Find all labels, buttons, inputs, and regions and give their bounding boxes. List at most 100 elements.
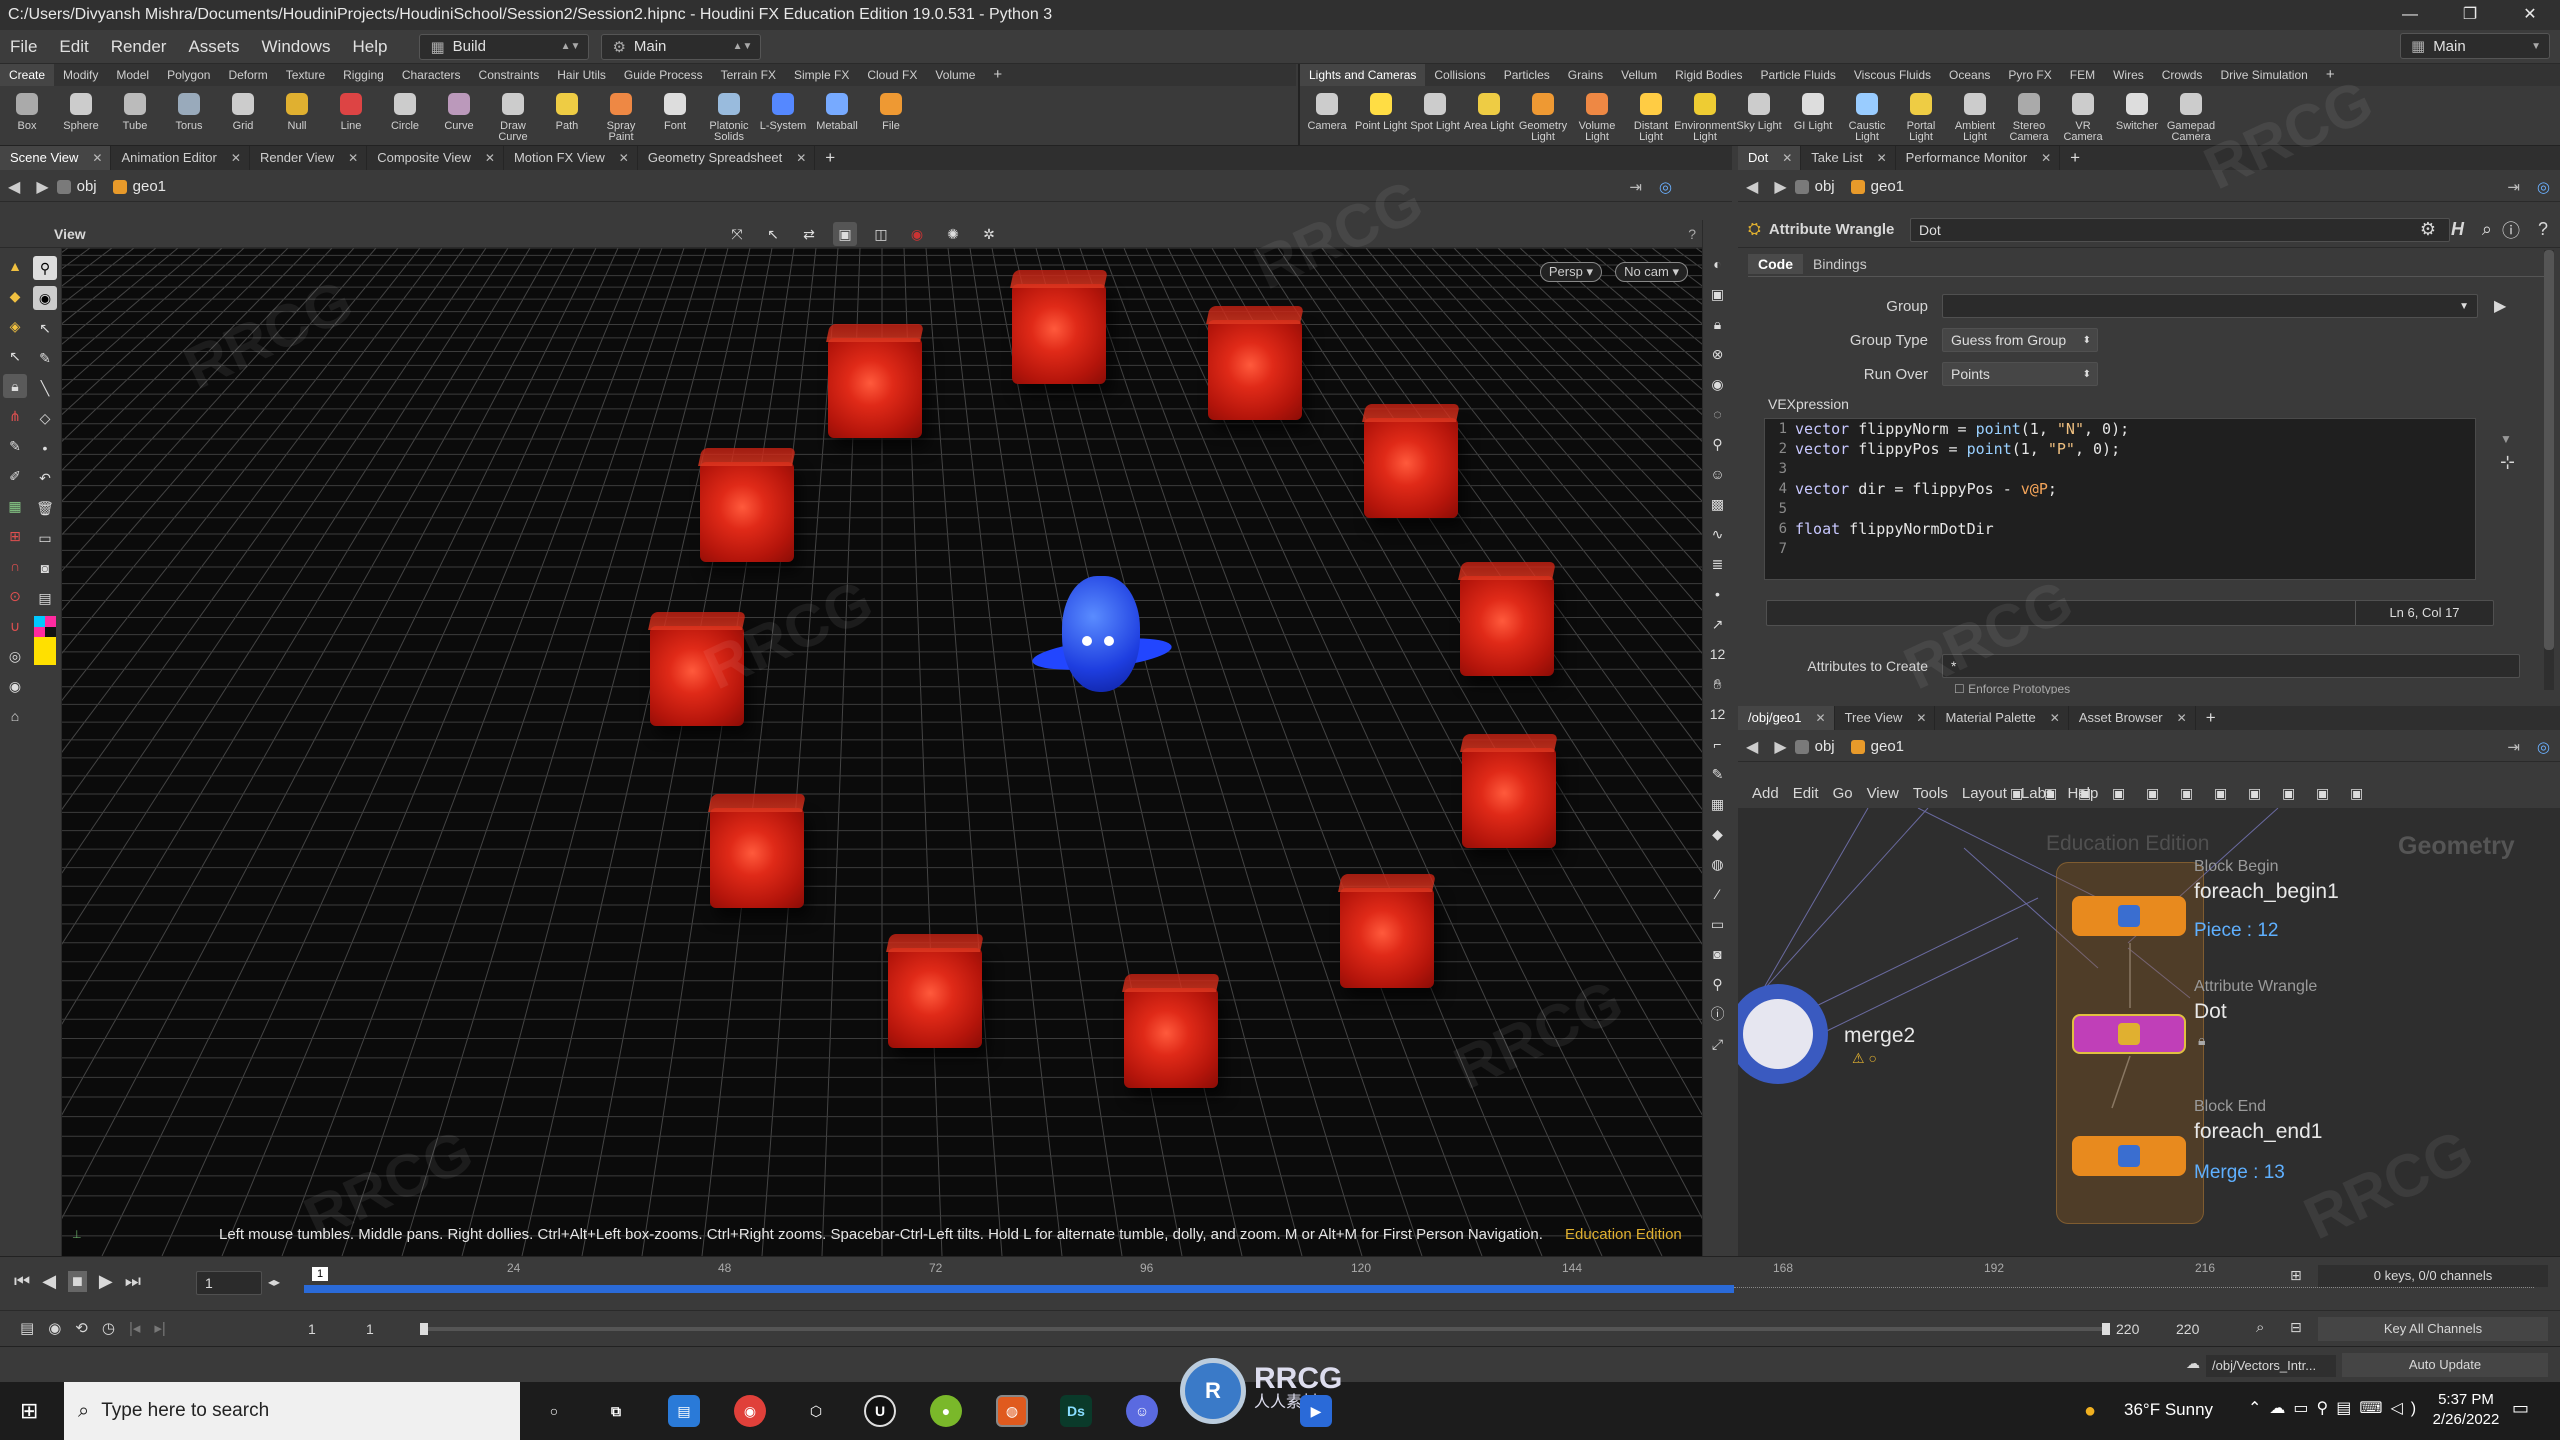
right-runlevel-select[interactable]: ▦ Main ▼ (2400, 33, 2550, 59)
link-icon[interactable]: ◎ (2537, 738, 2550, 756)
lock-icon[interactable]: 🔒︎ (3, 374, 27, 398)
files-icon[interactable]: ▤ (668, 1395, 700, 1427)
shelf-tool-path[interactable]: Path (540, 90, 594, 132)
ruler-icon[interactable]: ╲ (33, 376, 57, 400)
path-obj[interactable]: obj (1794, 738, 1835, 755)
group-field[interactable]: ▼ (1942, 294, 2478, 318)
sphere-icon[interactable]: ◍ (1706, 852, 1730, 876)
shading-icon[interactable]: ◉ (1706, 372, 1730, 396)
dot-icon[interactable]: • (33, 436, 57, 460)
foreach-begin-node[interactable] (2072, 896, 2186, 936)
path-geo[interactable]: geo1 (112, 178, 166, 195)
shelf-tab[interactable]: Model (107, 64, 158, 86)
grid-icon[interactable]: ▣ (2112, 785, 2125, 802)
network-menu-tools[interactable]: Tools (1913, 785, 1948, 802)
group-type-select[interactable]: Guess from Group ⬍ (1942, 328, 2098, 352)
shelf-tab[interactable]: Deform (219, 64, 276, 86)
light-icon[interactable]: ◉ (3, 674, 27, 698)
shelf-tool-point-light[interactable]: Point Light (1354, 90, 1408, 132)
trash-icon[interactable]: 🗑︎ (33, 496, 57, 520)
close-view-icon[interactable]: ⊗ (1706, 342, 1730, 366)
select-arrow-icon[interactable]: ▶ (2494, 296, 2506, 316)
daz-icon[interactable]: Ds (1060, 1395, 1092, 1427)
shelf-tool-gamepad-camera[interactable]: Gamepad Camera (2164, 90, 2218, 143)
pane-tab[interactable]: /obj/geo1 ✕ (1738, 706, 1835, 730)
light-bulb-icon[interactable]: ⚲ (1706, 432, 1730, 456)
shelf-tab[interactable]: Polygon (158, 64, 219, 86)
checker-icon[interactable]: ▦ (1706, 792, 1730, 816)
pane-tab[interactable]: Material Palette ✕ (1935, 706, 2069, 730)
fullscreen-icon[interactable]: ⤢ (1706, 1032, 1730, 1056)
palette-icon[interactable]: ▣ (2282, 785, 2295, 802)
shelf-tool-distant-light[interactable]: Distant Light (1624, 90, 1678, 143)
forward-icon[interactable]: ▶ (36, 177, 48, 197)
clock[interactable]: 5:37 PM 2/26/2022 (2426, 1390, 2506, 1430)
task-view-icon[interactable]: ⧉ (600, 1395, 632, 1427)
path-obj[interactable]: obj (56, 178, 97, 195)
add-tab-icon[interactable]: + (815, 148, 845, 168)
pane-tab[interactable]: Motion FX View ✕ (504, 146, 638, 170)
snap-icon[interactable]: ⇄ (797, 222, 821, 246)
pin-icon[interactable]: ⇥ (2507, 738, 2520, 756)
move-icon[interactable]: ◆ (3, 284, 27, 308)
realtime-icon[interactable]: ▤ (20, 1319, 34, 1337)
path-obj[interactable]: obj (1794, 178, 1835, 195)
close-icon[interactable]: ✕ (2041, 146, 2051, 170)
hand-icon[interactable]: ✋︎ (1706, 672, 1730, 696)
jump-start-icon[interactable]: ⏮ (14, 1271, 30, 1292)
pin-icon[interactable]: ⇥ (1629, 178, 1642, 196)
number-12-icon[interactable]: 12 (1706, 642, 1730, 666)
pane-tab[interactable]: Dot ✕ (1738, 146, 1802, 170)
menu-render[interactable]: Render (111, 37, 167, 57)
key-tool-icon[interactable]: ⌕ (2256, 1319, 2264, 1336)
close-icon[interactable]: ✕ (2050, 706, 2060, 730)
shelf-tool-area-light[interactable]: Area Light (1462, 90, 1516, 132)
pin-icon[interactable]: ⇥ (2507, 178, 2520, 196)
add-tab-icon[interactable]: + (2196, 708, 2226, 728)
vex-code-editor[interactable]: 1 vector flippyNorm = point(1, "N", 0); 2 v… (1764, 418, 2476, 580)
shelf-tool-null[interactable]: Null (270, 90, 324, 132)
tree-icon[interactable]: ▣ (2044, 785, 2057, 802)
eraser-icon[interactable]: ◇ (33, 406, 57, 430)
pin-view-icon[interactable]: ⚲ (1706, 972, 1730, 996)
pane-tab[interactable]: Asset Browser ✕ (2069, 706, 2196, 730)
audio-icon[interactable]: ◉ (48, 1319, 61, 1337)
arrow-icon[interactable]: ↖ (33, 316, 57, 340)
network-menu-layout[interactable]: Layout (1962, 785, 2007, 802)
shelf-tool-grid[interactable]: Grid (216, 90, 270, 132)
network-menu-go[interactable]: Go (1833, 785, 1853, 802)
back-icon[interactable]: ◀ (1746, 177, 1758, 197)
shelf-tab[interactable]: Crowds (2153, 64, 2212, 86)
network-editor[interactable]: Education Edition Geometry Block Begin f… (1738, 808, 2560, 1256)
minimize-button[interactable]: — (2380, 0, 2440, 30)
edit-icon[interactable]: ✎ (1706, 762, 1730, 786)
pane-tab[interactable]: Performance Monitor ✕ (1896, 146, 2061, 170)
help-h-icon[interactable]: H (2451, 219, 2464, 240)
attrs-field[interactable]: * (1942, 654, 2520, 678)
unreal-icon[interactable]: U (864, 1395, 896, 1427)
shelf-tool-stereo-camera[interactable]: Stereo Camera (2002, 90, 2056, 143)
forward-icon[interactable]: ▶ (1774, 737, 1786, 757)
shelf-tool-spray-paint[interactable]: Spray Paint (594, 90, 648, 143)
shelf-tab[interactable]: Rigging (334, 64, 393, 86)
shelf-tool-torus[interactable]: Torus (162, 90, 216, 132)
expand-icon[interactable]: ⊹ (2500, 452, 2515, 473)
range-start[interactable]: 1 (308, 1321, 316, 1337)
tab-code[interactable]: Code (1748, 254, 1803, 274)
parm-scrollbar[interactable] (2544, 250, 2554, 690)
pane-tab[interactable]: Geometry Spreadsheet ✕ (638, 146, 816, 170)
screen-icon[interactable]: ▭ (33, 526, 57, 550)
pane-tab[interactable]: Take List ✕ (1801, 146, 1896, 170)
shelf-tab[interactable]: Wires (2104, 64, 2153, 86)
shelf-tab[interactable]: Simple FX (785, 64, 858, 86)
shelf-tab[interactable]: Viscous Fluids (1845, 64, 1940, 86)
magnet-snap-icon[interactable]: ∪ (3, 614, 27, 638)
forward-icon[interactable]: ▶ (1774, 177, 1786, 197)
key-icon[interactable]: ⊞ (2290, 1267, 2302, 1284)
wand-icon[interactable]: ⁄ (1706, 882, 1730, 906)
pen-icon[interactable]: ✐ (3, 464, 27, 488)
shelf-tab[interactable]: Create (0, 64, 55, 86)
close-icon[interactable]: ✕ (1877, 146, 1887, 170)
shelf-tool-vr-camera[interactable]: VR Camera (2056, 90, 2110, 143)
gear-icon[interactable]: ⚙ (2420, 219, 2436, 240)
